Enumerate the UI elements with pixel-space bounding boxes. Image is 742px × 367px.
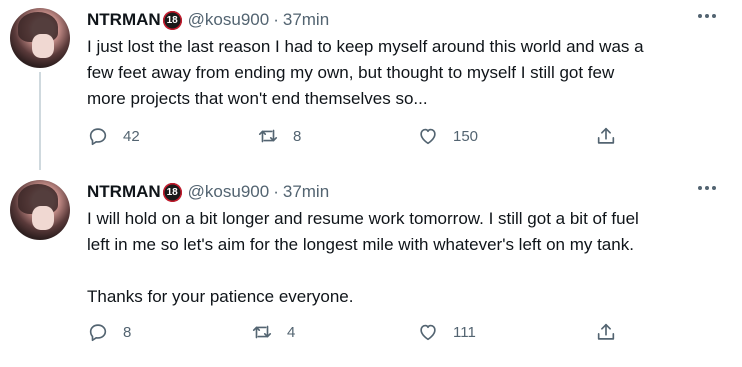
tweet-text-paragraph: Thanks for your patience everyone. xyxy=(87,284,727,310)
author-name[interactable]: NTRMAN xyxy=(87,182,161,202)
author-handle[interactable]: @kosu900 xyxy=(188,10,270,30)
like-count: 150 xyxy=(453,127,479,145)
tweet-text-line: Thanks for your patience everyone. xyxy=(87,287,354,306)
age-badge-icon: 18 xyxy=(162,10,182,30)
tweet-actions: 8 4 111 xyxy=(87,320,627,344)
reply-count: 8 xyxy=(123,323,132,341)
tweet-text-line: I will hold on a bit longer and resume w… xyxy=(87,209,639,228)
share-icon xyxy=(597,127,615,144)
timestamp[interactable]: 37min xyxy=(283,182,329,202)
retweet-icon xyxy=(258,129,278,143)
tweet-text-paragraph: I just lost the last reason I had to kee… xyxy=(87,34,727,112)
share-button[interactable] xyxy=(595,320,617,344)
tweet-text-line: I just lost the last reason I had to kee… xyxy=(87,37,644,56)
more-icon[interactable] xyxy=(698,186,716,192)
tweet-text: I will hold on a bit longer and resume w… xyxy=(87,206,727,310)
reply-icon xyxy=(89,128,107,146)
timestamp[interactable]: 37min xyxy=(283,10,329,30)
age-badge-icon: 18 xyxy=(162,182,182,202)
heart-icon xyxy=(420,128,436,145)
reply-count: 42 xyxy=(123,127,140,145)
tweet-text-paragraph: I will hold on a bit longer and resume w… xyxy=(87,206,727,258)
tweet-text: I just lost the last reason I had to kee… xyxy=(87,34,727,112)
tweet[interactable]: NTRMAN 18 @kosu900 · 37min I will hold o… xyxy=(0,172,742,367)
avatar[interactable] xyxy=(10,8,70,68)
retweet-count: 4 xyxy=(287,323,296,341)
tweet-header: NTRMAN 18 @kosu900 · 37min xyxy=(87,180,329,204)
tweet-actions: 42 8 150 xyxy=(87,124,627,148)
author-handle[interactable]: @kosu900 xyxy=(188,182,270,202)
tweet-header: NTRMAN 18 @kosu900 · 37min xyxy=(87,8,329,32)
separator: · xyxy=(273,182,279,201)
tweet-text-line: few feet away from ending my own, but th… xyxy=(87,63,615,82)
retweet-button[interactable]: 4 xyxy=(251,320,295,344)
retweet-button[interactable]: 8 xyxy=(257,124,301,148)
tweet-text-line: left in me so let's aim for the longest … xyxy=(87,235,634,254)
share-icon xyxy=(597,323,615,340)
retweet-icon xyxy=(252,325,272,339)
like-button[interactable]: 150 xyxy=(417,124,478,148)
heart-icon xyxy=(420,324,436,341)
avatar[interactable] xyxy=(10,180,70,240)
tweet-text-line: more projects that won't end themselves … xyxy=(87,89,428,108)
reply-icon xyxy=(89,324,107,342)
like-button[interactable]: 111 xyxy=(417,320,476,344)
author-name[interactable]: NTRMAN xyxy=(87,10,161,30)
thread-connector-line xyxy=(39,72,41,170)
tweet-thread: NTRMAN 18 @kosu900 · 37min I just lost t… xyxy=(0,0,742,367)
reply-button[interactable]: 8 xyxy=(87,320,131,344)
tweet[interactable]: NTRMAN 18 @kosu900 · 37min I just lost t… xyxy=(0,0,742,170)
reply-button[interactable]: 42 xyxy=(87,124,140,148)
share-button[interactable] xyxy=(595,124,617,148)
separator: · xyxy=(273,10,279,29)
more-icon[interactable] xyxy=(698,14,716,20)
retweet-count: 8 xyxy=(293,127,302,145)
like-count: 111 xyxy=(453,323,476,341)
